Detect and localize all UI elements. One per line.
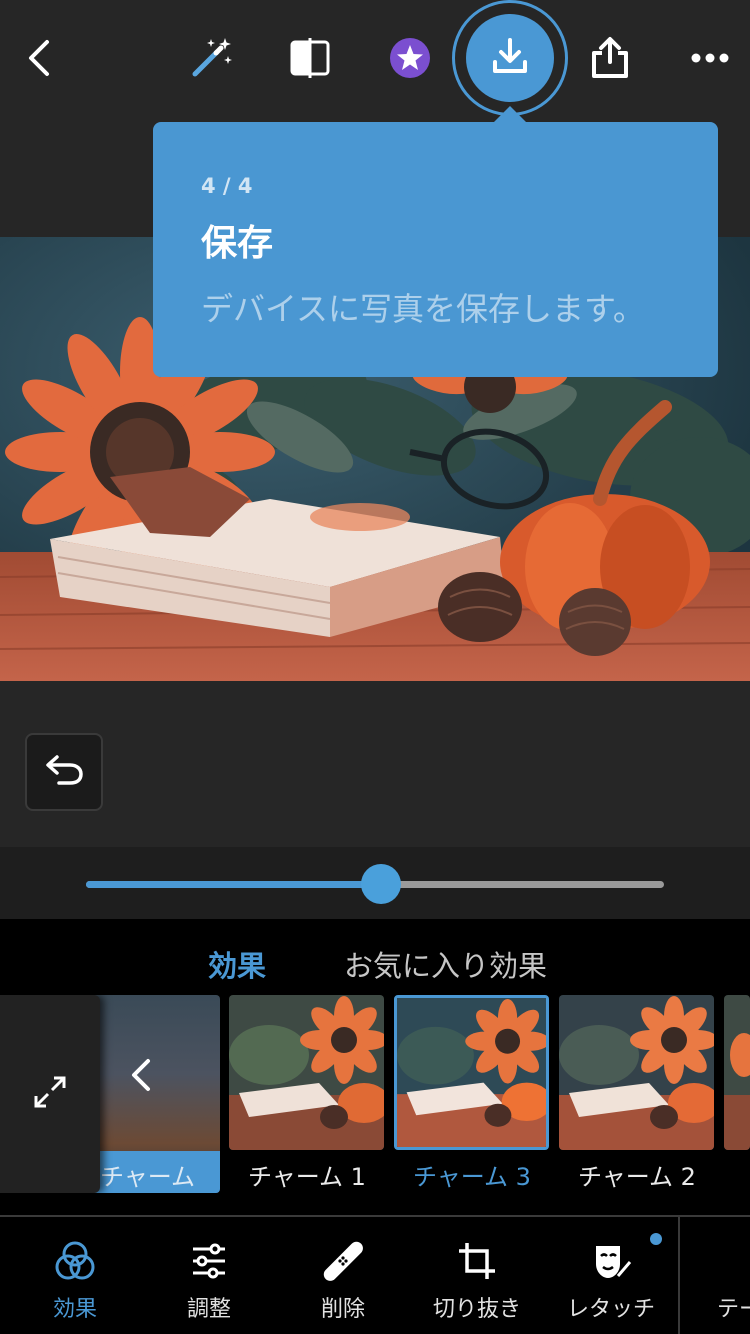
effect-thumbnail[interactable] xyxy=(229,995,384,1150)
effects-panel: 効果 お気に入り効果 チャーム チャーム 1 チャーム 3 チャーム 2 xyxy=(0,919,750,1215)
compare-button[interactable] xyxy=(272,20,348,96)
nav-label: 切り抜き xyxy=(432,1297,521,1322)
tooltip-title: 保存 xyxy=(201,223,274,264)
effect-label: チャーム 1 xyxy=(248,1163,366,1191)
save-tooltip[interactable]: 4 / 4 保存 デバイスに写真を保存します。 xyxy=(153,106,718,377)
adjust-sliders-icon xyxy=(142,1237,276,1285)
auto-enhance-button[interactable] xyxy=(173,20,249,96)
crop-icon xyxy=(410,1237,544,1285)
undo-button[interactable] xyxy=(25,733,103,811)
magic-wand-icon xyxy=(189,36,233,80)
back-icon xyxy=(20,38,60,78)
back-button[interactable] xyxy=(2,20,78,96)
nav-label: レタッチ xyxy=(566,1297,655,1322)
bandage-icon xyxy=(276,1237,410,1285)
download-button[interactable] xyxy=(466,14,554,102)
undo-icon xyxy=(44,753,84,791)
expand-arrows-icon xyxy=(30,1072,70,1116)
top-toolbar xyxy=(0,0,750,120)
nav-item-crop[interactable]: 切り抜き xyxy=(410,1217,544,1334)
effect-label: チャーム 2 xyxy=(578,1163,696,1191)
download-icon xyxy=(488,34,532,82)
compare-icon xyxy=(288,36,332,80)
tab-effects[interactable]: 効果 xyxy=(208,943,266,985)
nav-label: 効果 xyxy=(52,1297,97,1322)
share-icon xyxy=(588,36,632,80)
bottom-navigation: 効果 調整 削除 切り抜き レタッチ テー xyxy=(0,1215,750,1334)
effect-label-selected: チャーム 3 xyxy=(413,1163,531,1191)
nav-label: 調整 xyxy=(186,1297,231,1322)
nav-item-theme[interactable]: テー xyxy=(672,1217,750,1334)
intensity-slider[interactable] xyxy=(0,847,750,919)
expand-button[interactable] xyxy=(0,995,100,1193)
photo-editor-screen: 4 / 4 保存 デバイスに写真を保存します。 効果 お気に入り効果 チャーム … xyxy=(0,0,750,1334)
effect-thumbnail[interactable] xyxy=(559,995,714,1150)
more-button[interactable] xyxy=(672,20,748,96)
retouch-notification-dot xyxy=(650,1233,662,1245)
gear-icon xyxy=(672,1237,750,1285)
tooltip-description: デバイスに写真を保存します。 xyxy=(201,290,645,328)
effect-thumbnail-partial[interactable] xyxy=(724,995,750,1150)
effect-thumbnail-selected[interactable] xyxy=(394,995,549,1150)
tab-favorite-effects[interactable]: お気に入り効果 xyxy=(344,943,547,985)
nav-item-remove[interactable]: 削除 xyxy=(276,1217,410,1334)
nav-label: 削除 xyxy=(320,1297,365,1322)
slider-thumb[interactable] xyxy=(360,864,401,904)
nav-item-adjust[interactable]: 調整 xyxy=(142,1217,276,1334)
nav-item-effects[interactable]: 効果 xyxy=(8,1217,142,1334)
tooltip-step: 4 / 4 xyxy=(201,174,253,198)
premium-button[interactable] xyxy=(372,20,448,96)
premium-star-icon xyxy=(389,37,431,79)
slider-fill xyxy=(86,881,381,888)
nav-label: テー xyxy=(716,1297,750,1322)
effects-circles-icon xyxy=(8,1237,142,1285)
more-icon xyxy=(690,52,730,64)
share-button[interactable] xyxy=(572,20,648,96)
previous-effects-label: チャーム xyxy=(100,1163,196,1191)
chevron-left-icon xyxy=(132,1059,150,1091)
